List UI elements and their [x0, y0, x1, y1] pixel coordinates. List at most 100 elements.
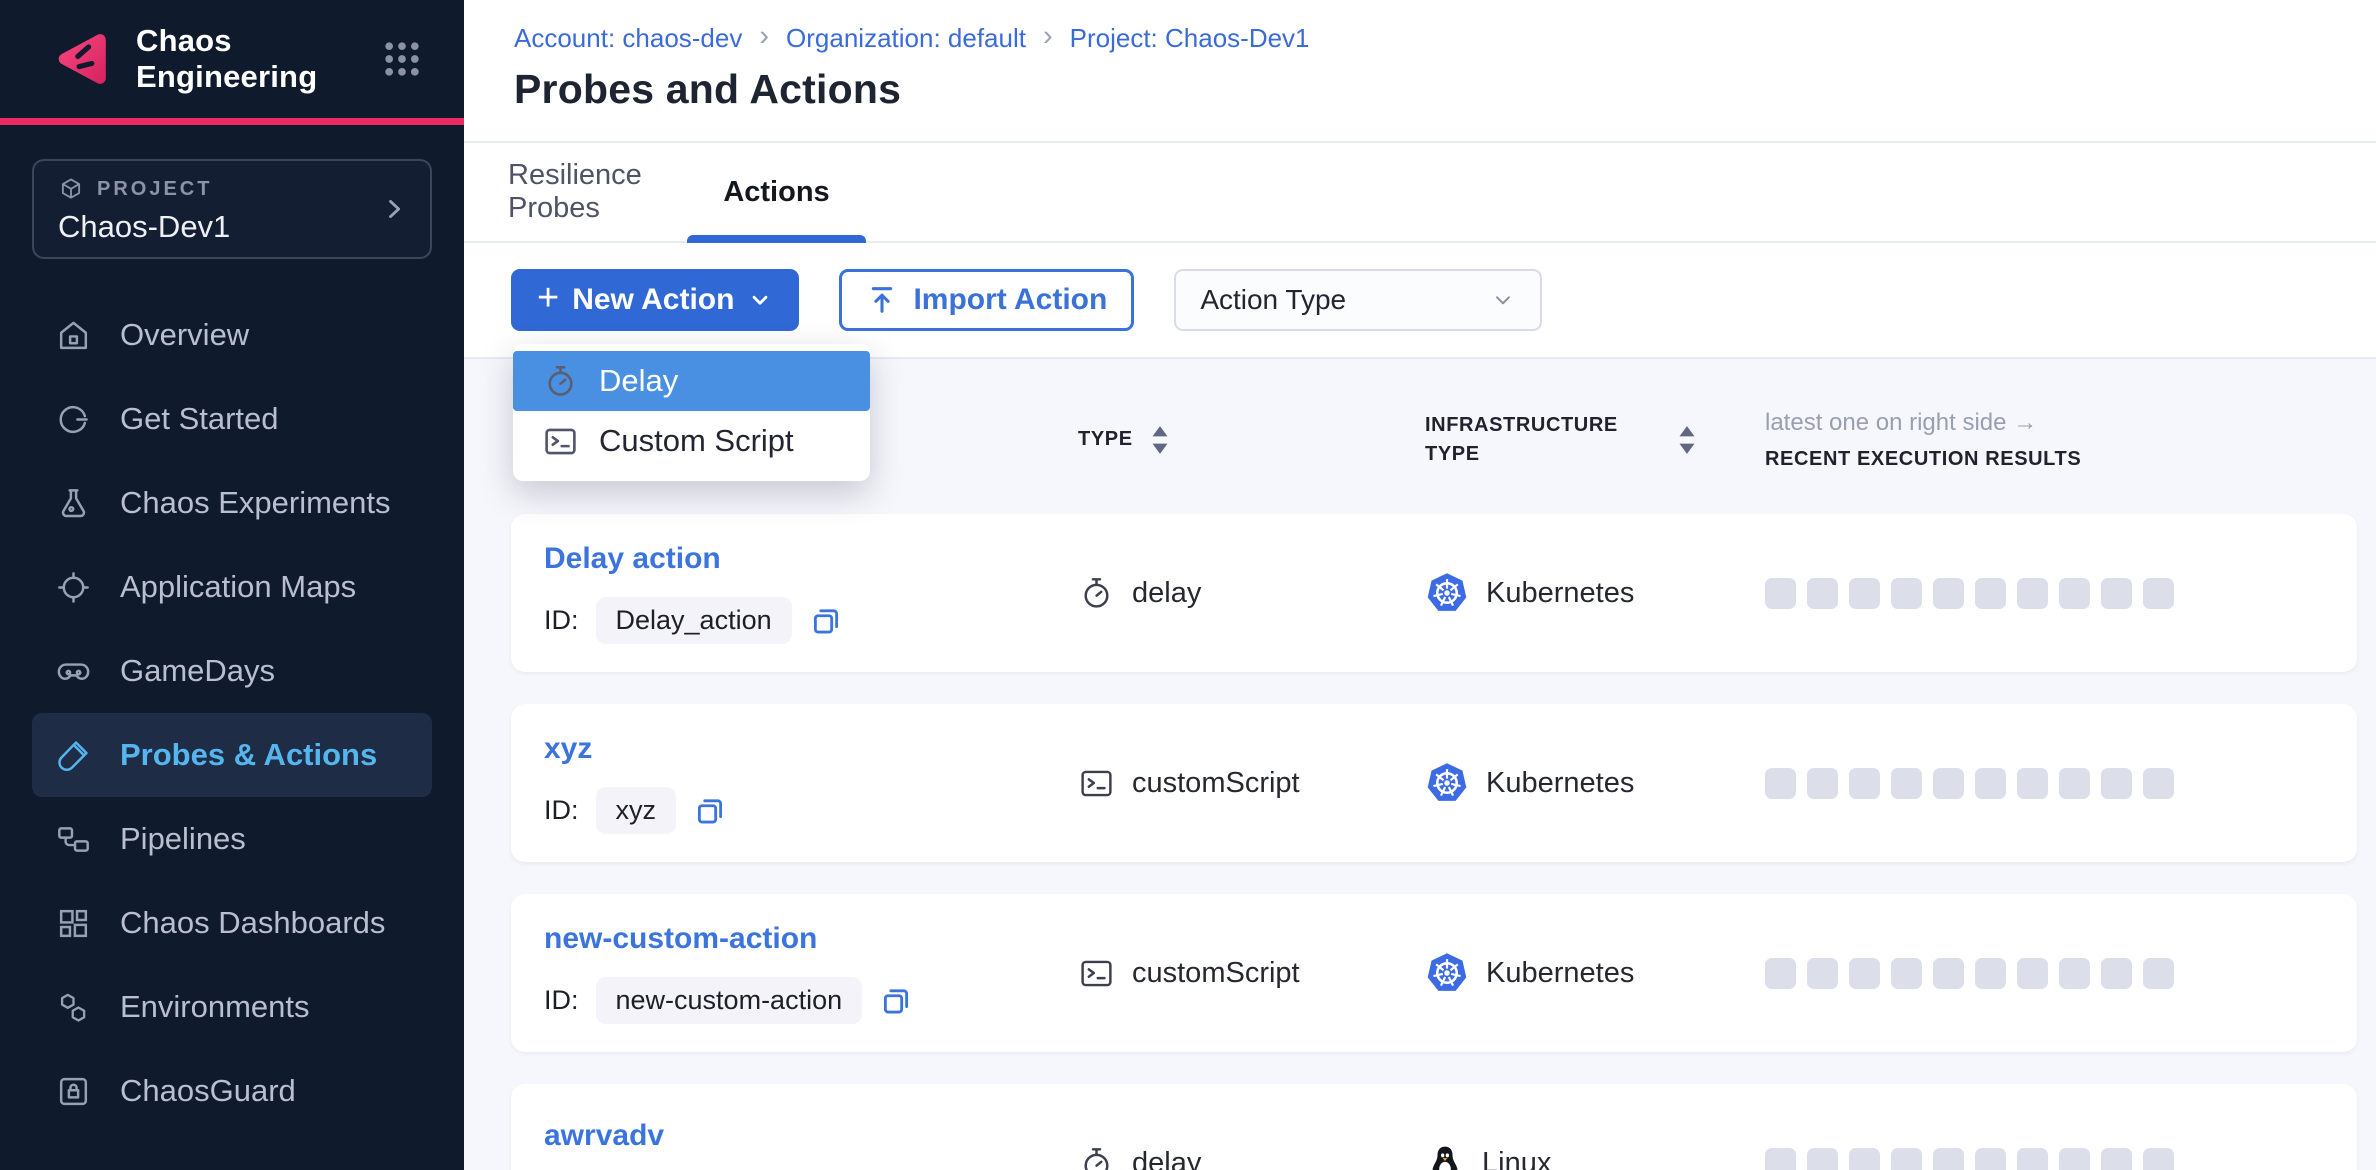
dropdown-item-delay[interactable]: Delay	[513, 351, 870, 411]
kubernetes-icon	[1425, 951, 1469, 995]
action-type-select[interactable]: Action Type	[1174, 269, 1542, 331]
copy-icon[interactable]	[879, 984, 913, 1018]
sidebar-item-label: Overview	[120, 317, 249, 353]
sidebar-item-label: GameDays	[120, 653, 275, 689]
breadcrumb-account-link[interactable]: Account: chaos-dev	[514, 23, 742, 54]
lock-icon	[55, 1073, 92, 1110]
project-selector[interactable]: PROJECT Chaos-Dev1	[32, 159, 432, 259]
action-type-value: delay	[1132, 1147, 1201, 1170]
action-type-cell: delay	[1078, 575, 1425, 612]
sidebar-nav: Overview Get Started Chaos Experiments A…	[0, 293, 464, 1133]
breadcrumb-project-link[interactable]: Project: Chaos-Dev1	[1070, 23, 1310, 54]
sidebar-item-chaos-dashboards[interactable]: Chaos Dashboards	[32, 881, 432, 965]
action-type-cell: customScript	[1078, 765, 1425, 802]
action-row[interactable]: awrvadv delay	[511, 1084, 2357, 1170]
page-title: Probes and Actions	[514, 66, 2376, 113]
terminal-icon	[542, 423, 579, 460]
infrastructure-value: Linux	[1482, 1147, 1551, 1170]
kubernetes-icon	[1425, 761, 1469, 805]
execution-result-placeholder	[2101, 958, 2132, 989]
probe-icon	[55, 737, 92, 774]
infrastructure-cell: Kubernetes	[1425, 951, 1765, 995]
execution-result-placeholder	[1807, 1148, 1838, 1170]
execution-result-placeholder	[1807, 958, 1838, 989]
sidebar-item-gamedays[interactable]: GameDays	[32, 629, 432, 713]
sidebar-item-probes-and-actions[interactable]: Probes & Actions	[32, 713, 432, 797]
header-recent-execution-results: latest one on right side → RECENT EXECUT…	[1765, 409, 2357, 471]
execution-result-placeholder	[2143, 578, 2174, 609]
sidebar-item-chaos-experiments[interactable]: Chaos Experiments	[32, 461, 432, 545]
dropdown-item-custom-script[interactable]: Custom Script	[513, 411, 870, 471]
action-name-cell: xyz ID: xyz	[544, 732, 1078, 834]
execution-result-placeholder	[1891, 1148, 1922, 1170]
sort-icon[interactable]	[1149, 423, 1171, 457]
pipeline-icon	[55, 821, 92, 858]
sidebar-item-get-started[interactable]: Get Started	[32, 377, 432, 461]
app-root: Chaos Engineering PROJECT Chaos-Dev1 Ove…	[0, 0, 2376, 1170]
page-header: Account: chaos-dev › Organization: defau…	[464, 0, 2376, 143]
execution-result-placeholder	[2101, 578, 2132, 609]
execution-result-placeholder	[2017, 1148, 2048, 1170]
execution-result-placeholder	[1765, 578, 1796, 609]
infrastructure-value: Kubernetes	[1486, 957, 1634, 990]
sidebar-item-pipelines[interactable]: Pipelines	[32, 797, 432, 881]
tabs-bar: Resilience Probes Actions	[464, 143, 2376, 243]
action-name-link[interactable]: new-custom-action	[544, 922, 1078, 956]
brand-accent-line	[0, 118, 464, 125]
copy-icon[interactable]	[809, 604, 843, 638]
execution-result-placeholder	[1975, 768, 2006, 799]
infrastructure-value: Kubernetes	[1486, 767, 1634, 800]
module-switcher-icon[interactable]	[380, 37, 424, 81]
header-type: TYPE	[1078, 423, 1425, 457]
action-name-link[interactable]: xyz	[544, 732, 1078, 766]
sidebar-item-overview[interactable]: Overview	[32, 293, 432, 377]
tab-actions[interactable]: Actions	[687, 143, 866, 241]
execution-result-placeholder	[1975, 578, 2006, 609]
copy-icon[interactable]	[693, 794, 727, 828]
execution-result-placeholder	[1765, 958, 1796, 989]
infrastructure-cell: Kubernetes	[1425, 571, 1765, 615]
action-name-cell: awrvadv	[544, 1119, 1078, 1170]
execution-result-placeholder	[1765, 768, 1796, 799]
id-label: ID:	[544, 795, 579, 826]
table-body: Delay action ID: Delay_action delay	[511, 514, 2357, 1170]
header-infrastructure-label: INFRASTRUCTURE TYPE	[1425, 411, 1660, 469]
linux-icon	[1425, 1143, 1465, 1170]
terminal-icon	[1078, 765, 1115, 802]
new-action-button[interactable]: + New Action	[511, 269, 799, 331]
sidebar-item-label: Application Maps	[120, 569, 356, 605]
execution-result-placeholder	[1849, 768, 1880, 799]
execution-result-placeholder	[2143, 768, 2174, 799]
results-hint: latest one on right side →	[1765, 409, 2037, 437]
action-type-cell: delay	[1078, 1145, 1425, 1170]
breadcrumb-organization-link[interactable]: Organization: default	[786, 23, 1026, 54]
execution-result-placeholder	[1849, 1148, 1880, 1170]
sidebar-item-application-maps[interactable]: Application Maps	[32, 545, 432, 629]
recent-execution-results	[1765, 958, 2357, 989]
execution-result-placeholder	[2059, 1148, 2090, 1170]
import-action-button[interactable]: Import Action	[839, 269, 1134, 331]
sort-icon[interactable]	[1676, 423, 1698, 457]
execution-result-placeholder	[1975, 958, 2006, 989]
execution-result-placeholder	[2059, 958, 2090, 989]
stopwatch-icon	[1078, 1145, 1115, 1170]
import-icon	[866, 284, 898, 316]
action-name-link[interactable]: awrvadv	[544, 1119, 1078, 1153]
action-name-link[interactable]: Delay action	[544, 542, 1078, 576]
action-row[interactable]: Delay action ID: Delay_action delay	[511, 514, 2357, 672]
terminal-icon	[1078, 955, 1115, 992]
sidebar-item-environments[interactable]: Environments	[32, 965, 432, 1049]
execution-result-placeholder	[1891, 958, 1922, 989]
project-label: PROJECT	[97, 178, 212, 201]
action-row[interactable]: xyz ID: xyz customScript	[511, 704, 2357, 862]
id-value: xyz	[596, 787, 677, 834]
execution-result-placeholder	[1933, 768, 1964, 799]
id-label: ID:	[544, 605, 579, 636]
home-icon	[55, 317, 92, 354]
tab-resilience-probes[interactable]: Resilience Probes	[508, 143, 672, 241]
sidebar-item-chaosguard[interactable]: ChaosGuard	[32, 1049, 432, 1133]
new-action-dropdown: Delay Custom Script	[513, 344, 870, 481]
execution-result-placeholder	[2017, 578, 2048, 609]
action-row[interactable]: new-custom-action ID: new-custom-action …	[511, 894, 2357, 1052]
recent-execution-results	[1765, 578, 2357, 609]
